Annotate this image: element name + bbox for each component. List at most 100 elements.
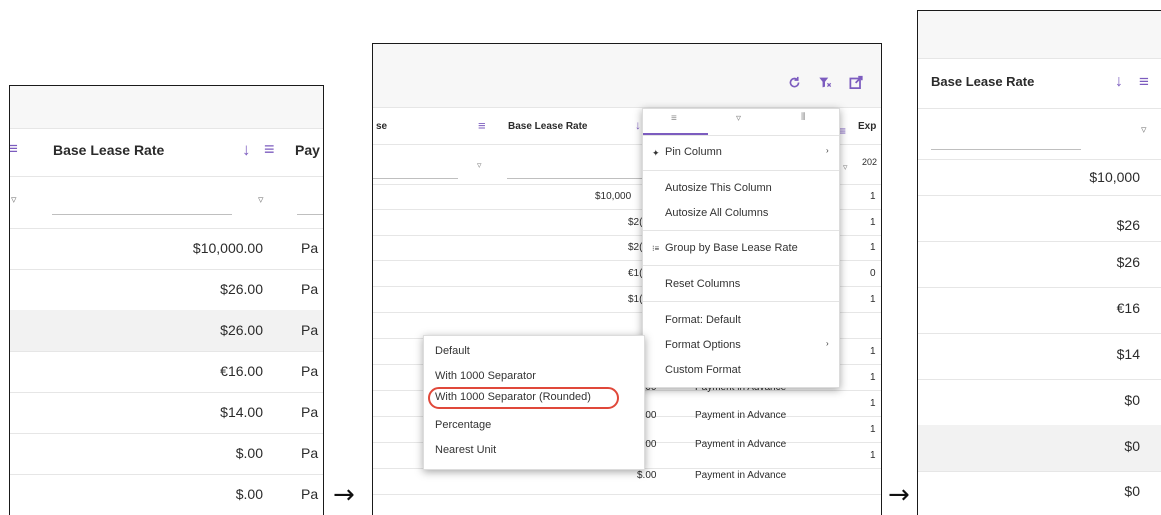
- filter-input[interactable]: [373, 178, 458, 179]
- cell-expiry: 1: [870, 191, 876, 202]
- table-row[interactable]: $14.00 Pa: [10, 392, 323, 433]
- table-row[interactable]: $14: [918, 333, 1161, 379]
- column-header-base-lease-rate[interactable]: Base Lease Rate: [508, 121, 588, 132]
- filter-input[interactable]: [931, 149, 1081, 150]
- cell-base-lease-rate: $14: [1116, 346, 1140, 362]
- table-row[interactable]: $26.00 Pa: [10, 269, 323, 310]
- cell-base-lease-rate: $10,000: [1089, 169, 1140, 185]
- prev-column-menu-icon[interactable]: ≡: [478, 118, 486, 133]
- cell-base-lease-rate: $26: [1116, 217, 1140, 233]
- cell-expiry: 1: [870, 398, 876, 409]
- menu-item-custom-format[interactable]: Custom Format: [665, 364, 741, 376]
- menu-item-format-default[interactable]: Format: Default: [665, 314, 741, 326]
- menu-item-autosize-this-column[interactable]: Autosize This Column: [665, 182, 772, 194]
- menu-item-reset-columns[interactable]: Reset Columns: [665, 278, 740, 290]
- cell-expiry: 1: [870, 217, 876, 228]
- filter-input[interactable]: [52, 214, 232, 215]
- cell-base-lease-rate: $26.00: [220, 281, 263, 297]
- cell-payment: Pa: [301, 240, 319, 256]
- table-row[interactable]: $.00 Pa: [10, 433, 323, 474]
- table-row[interactable]: $0: [918, 379, 1161, 425]
- filter-icon[interactable]: ▿: [477, 160, 482, 171]
- submenu-item-percentage[interactable]: Percentage: [435, 419, 491, 431]
- cell-expiry: 1: [870, 294, 876, 305]
- cell-base-lease-rate: $2(: [628, 242, 643, 253]
- sort-desc-icon[interactable]: ↓: [242, 140, 251, 160]
- table-row[interactable]: $26.00 Pa: [10, 310, 323, 351]
- active-tab-indicator: [643, 133, 708, 135]
- filter-input-expiry[interactable]: 202: [862, 157, 877, 167]
- cell-base-lease-rate: $1(: [628, 294, 643, 305]
- sort-desc-icon[interactable]: ↓: [635, 118, 641, 132]
- next-filter-input[interactable]: [297, 214, 323, 215]
- filter-icon[interactable]: ▿: [11, 193, 17, 206]
- tab-columns-icon[interactable]: ⦀: [801, 112, 805, 123]
- cell-payment: Pa: [301, 486, 319, 502]
- cell-payment: Pa: [301, 445, 319, 461]
- table-row[interactable]: $0: [918, 425, 1161, 471]
- table-row[interactable]: $0: [918, 471, 1161, 515]
- table-row[interactable]: €16: [918, 287, 1161, 333]
- filter-icon[interactable]: ▿: [1141, 123, 1147, 136]
- prev-column-header[interactable]: se: [376, 121, 387, 132]
- table-row[interactable]: $26: [918, 241, 1161, 287]
- column-header-expiry[interactable]: Exp: [858, 121, 876, 132]
- grid-toolbar: [373, 44, 881, 107]
- cell-payment: Payment in Advance: [695, 470, 787, 481]
- cell-base-lease-rate: $0: [1124, 392, 1140, 408]
- table-row[interactable]: $10,000: [918, 159, 1161, 195]
- cell-base-lease-rate: $.00: [235, 445, 263, 461]
- cell-payment: Payment in Advance: [695, 410, 787, 421]
- submenu-item-nearest-unit[interactable]: Nearest Unit: [435, 444, 496, 456]
- column-header-payment[interactable]: Pay: [295, 142, 320, 158]
- cell-payment: Pa: [301, 404, 319, 420]
- table-row[interactable]: $26: [918, 195, 1161, 233]
- cell-base-lease-rate: $10,000: [595, 191, 632, 202]
- cell-payment: Pa: [301, 363, 319, 379]
- filter-input[interactable]: [507, 178, 642, 179]
- cell-base-lease-rate: €16.00: [220, 363, 263, 379]
- menu-item-pin-column[interactable]: Pin Column: [665, 146, 722, 158]
- column-menu-icon[interactable]: ≡: [264, 139, 275, 160]
- cell-payment: Pa: [301, 322, 319, 338]
- submenu-item-1000-separator[interactable]: With 1000 Separator: [435, 370, 536, 382]
- sort-desc-icon[interactable]: ↓: [1115, 73, 1123, 91]
- chevron-right-icon: ›: [826, 339, 829, 348]
- cell-base-lease-rate: $26.00: [220, 322, 263, 338]
- column-header-base-lease-rate[interactable]: Base Lease Rate: [53, 142, 164, 158]
- column-menu-icon[interactable]: ≡: [1139, 72, 1149, 92]
- format-options-submenu: Default With 1000 Separator With 1000 Se…: [423, 335, 645, 470]
- tab-general-menu-icon[interactable]: ≡: [671, 113, 677, 124]
- refresh-icon[interactable]: [788, 76, 801, 89]
- menu-item-group-by[interactable]: Group by Base Lease Rate: [665, 242, 798, 254]
- column-menu-icon[interactable]: ≡: [839, 124, 846, 138]
- cell-expiry: 1: [870, 450, 876, 461]
- table-row[interactable]: $10,000.00 Pa: [10, 228, 323, 269]
- grid-toolbar: [918, 11, 1161, 58]
- tab-filter-icon[interactable]: ▿: [736, 113, 741, 124]
- export-icon[interactable]: [849, 75, 864, 89]
- grid-toolbar: [10, 86, 323, 128]
- menu-item-autosize-all-columns[interactable]: Autosize All Columns: [665, 207, 768, 219]
- cell-expiry: 0: [870, 268, 876, 279]
- submenu-item-1000-separator-rounded[interactable]: With 1000 Separator (Rounded): [435, 391, 591, 403]
- filter-clear-icon[interactable]: [818, 76, 832, 89]
- filter-icon[interactable]: ▿: [843, 162, 848, 173]
- column-menu: ≡ ▿ ⦀ ✦ Pin Column › Autosize This Colum…: [642, 108, 840, 388]
- cell-base-lease-rate: $2(: [628, 217, 643, 228]
- column-menu-tabs: ≡ ▿ ⦀: [643, 109, 839, 136]
- menu-item-format-options[interactable]: Format Options: [665, 339, 741, 351]
- step-arrow-icon: →: [333, 480, 355, 510]
- filter-icon[interactable]: ▿: [258, 193, 264, 206]
- table-row[interactable]: $.00 Pa: [10, 474, 323, 515]
- cell-expiry: 1: [870, 242, 876, 253]
- submenu-item-default[interactable]: Default: [435, 345, 470, 357]
- column-header-base-lease-rate[interactable]: Base Lease Rate: [931, 74, 1034, 89]
- panel-before: ≡ Base Lease Rate ↓ ≡ Pay ▿ ▿ $10,000.00…: [9, 85, 324, 515]
- group-icon: ⁝≡: [652, 244, 660, 253]
- panel-menu-open: se ≡ Base Lease Rate ↓ ≡ Exp ▿ ▿ 202 $10…: [372, 43, 882, 515]
- cell-payment: Pa: [301, 281, 319, 297]
- cell-base-lease-rate: $.00: [235, 486, 263, 502]
- table-row[interactable]: €16.00 Pa: [10, 351, 323, 392]
- prev-column-menu-icon[interactable]: ≡: [10, 139, 18, 159]
